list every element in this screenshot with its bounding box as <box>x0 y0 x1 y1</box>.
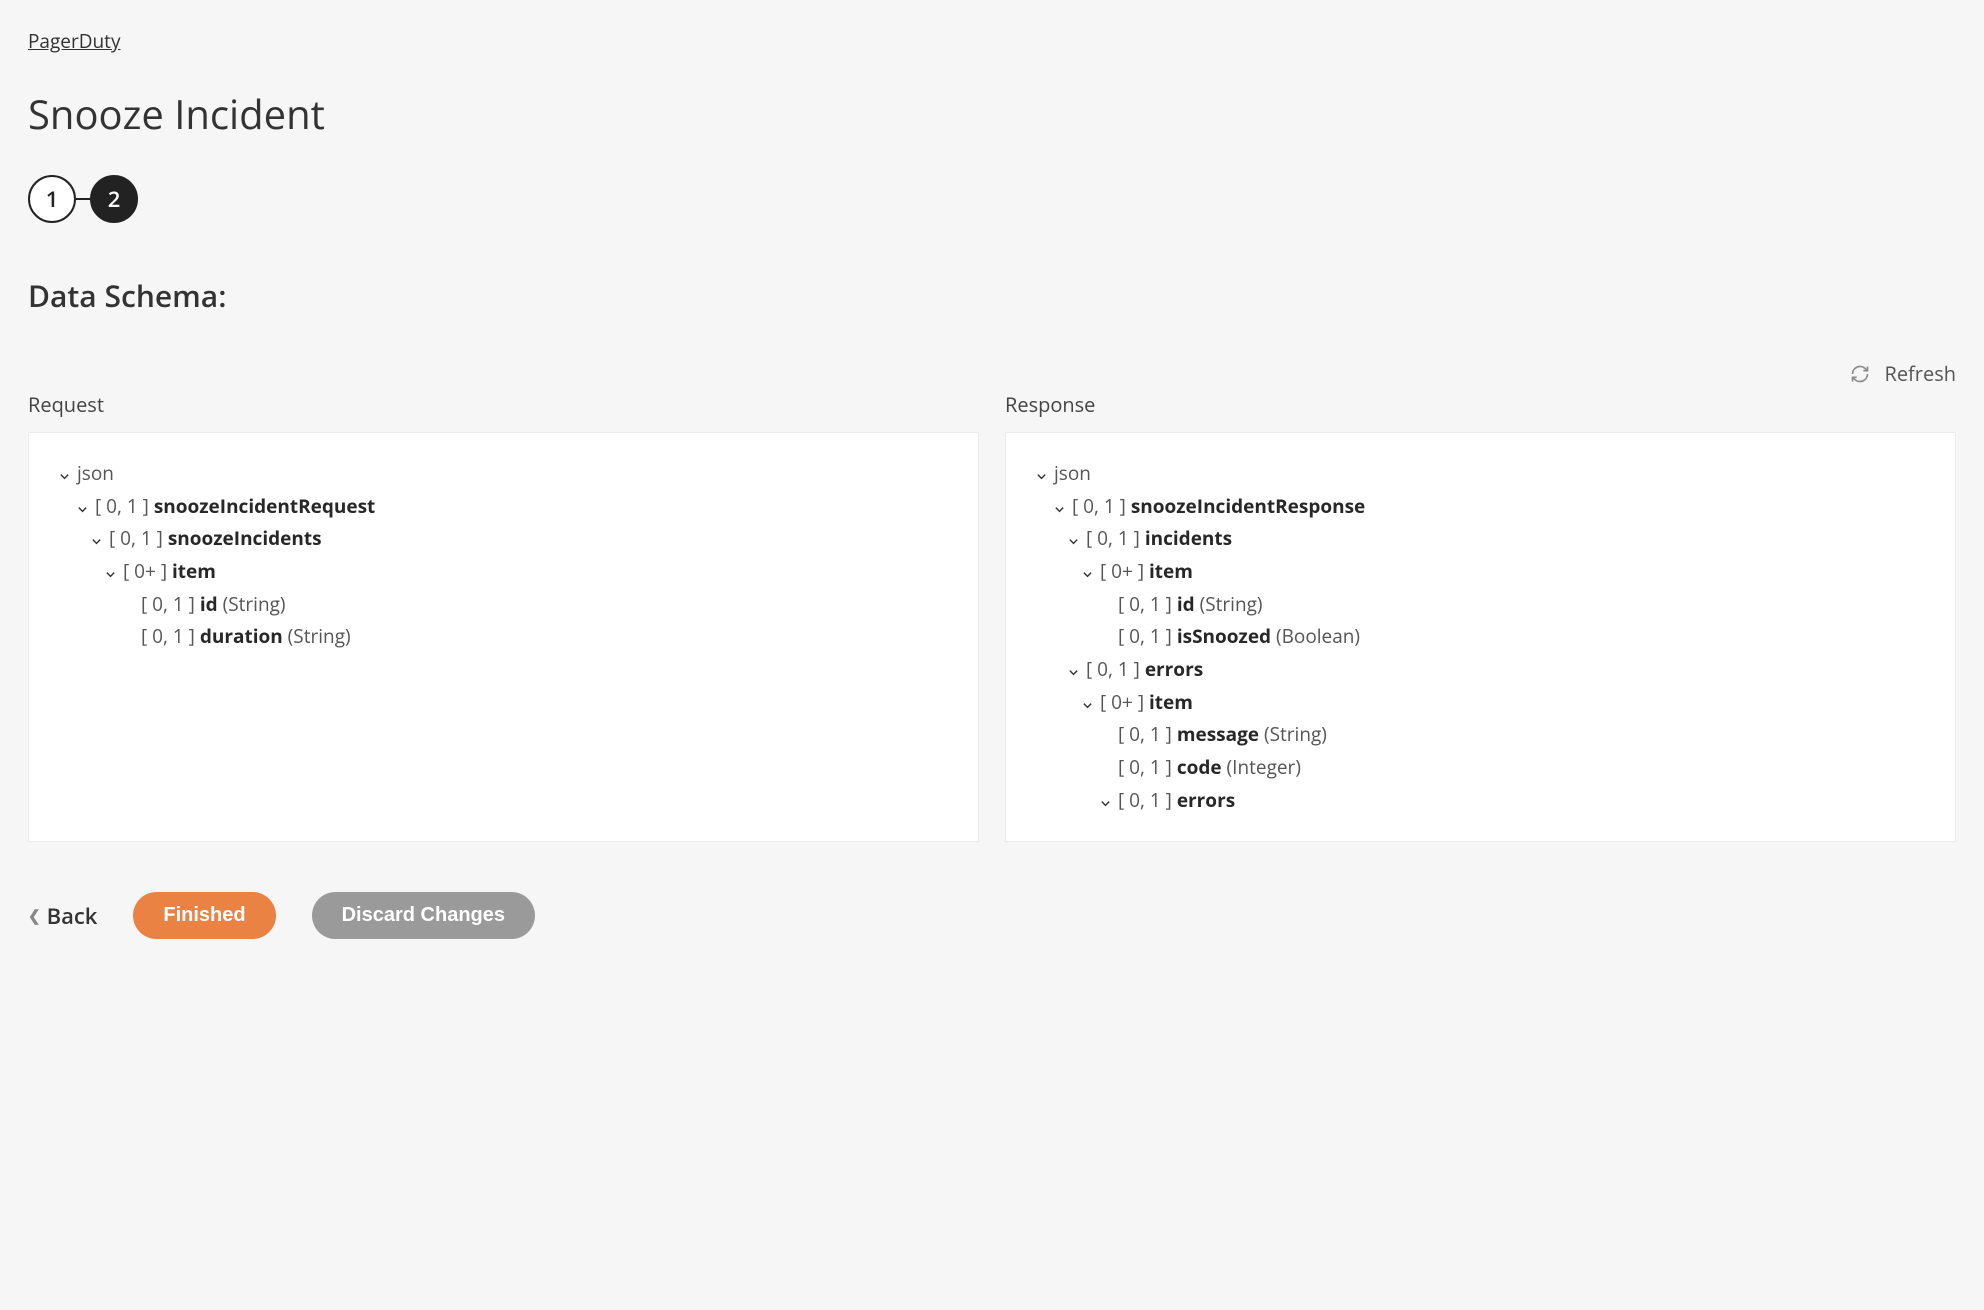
cardinality: [ 0, 1 ] <box>1118 721 1177 747</box>
tree-node: [ 0, 1 ] id (String) <box>1036 588 1925 621</box>
tree-node[interactable]: [ 0, 1 ] errors <box>1036 653 1925 686</box>
field-name: json <box>77 460 114 486</box>
field-name: incidents <box>1145 525 1232 551</box>
cardinality: [ 0, 1 ] <box>1118 787 1177 813</box>
request-tree: json[ 0, 1 ] snoozeIncidentRequest[ 0, 1… <box>59 457 948 653</box>
chevron-down-icon[interactable] <box>1082 693 1096 715</box>
cardinality: [ 0, 1 ] <box>109 525 168 551</box>
cardinality: [ 0, 1 ] <box>1086 656 1145 682</box>
response-title: Response <box>1005 391 1956 418</box>
field-type: (String) <box>218 591 286 617</box>
cardinality: [ 0, 1 ] <box>141 591 200 617</box>
cardinality: [ 0, 1 ] <box>1118 591 1177 617</box>
tree-node[interactable]: [ 0, 1 ] snoozeIncidentResponse <box>1036 490 1925 523</box>
page-title: Snooze Incident <box>28 86 1956 141</box>
back-label: Back <box>47 901 98 931</box>
tree-node: [ 0, 1 ] isSnoozed (Boolean) <box>1036 620 1925 653</box>
step-2[interactable]: 2 <box>90 175 138 223</box>
tree-node: [ 0, 1 ] code (Integer) <box>1036 751 1925 784</box>
field-name: id <box>200 591 218 617</box>
field-name: item <box>1149 689 1193 715</box>
field-type: (String) <box>1195 591 1263 617</box>
response-panel: json[ 0, 1 ] snoozeIncidentResponse[ 0, … <box>1005 432 1956 842</box>
chevron-down-icon[interactable] <box>1036 464 1050 486</box>
tree-node: [ 0, 1 ] message (String) <box>1036 718 1925 751</box>
field-type: (String) <box>283 623 351 649</box>
field-name: item <box>172 558 216 584</box>
chevron-down-icon[interactable] <box>77 497 91 519</box>
footer: ❮ Back Finished Discard Changes <box>28 892 1956 939</box>
tree-node[interactable]: [ 0, 1 ] errors <box>1036 784 1925 817</box>
cardinality: [ 0, 1 ] <box>1118 623 1177 649</box>
field-name: item <box>1149 558 1193 584</box>
cardinality: [ 0+ ] <box>1100 558 1149 584</box>
stepper: 1 2 <box>28 175 1956 223</box>
cardinality: [ 0, 1 ] <box>1118 754 1177 780</box>
tree-node[interactable]: [ 0, 1 ] snoozeIncidentRequest <box>59 490 948 523</box>
tree-node[interactable]: json <box>59 457 948 490</box>
refresh-label[interactable]: Refresh <box>1884 360 1956 387</box>
field-name: code <box>1177 754 1222 780</box>
tree-node[interactable]: [ 0, 1 ] incidents <box>1036 522 1925 555</box>
chevron-down-icon[interactable] <box>1100 791 1114 813</box>
field-name: json <box>1054 460 1091 486</box>
tree-node[interactable]: [ 0, 1 ] snoozeIncidents <box>59 522 948 555</box>
section-title: Data Schema: <box>28 275 1956 316</box>
tree-node[interactable]: [ 0+ ] item <box>1036 555 1925 588</box>
response-tree: json[ 0, 1 ] snoozeIncidentResponse[ 0, … <box>1036 457 1925 816</box>
chevron-down-icon[interactable] <box>105 562 119 584</box>
request-column: Request json [ 0, 1 ] snoozeIncidentReque… <box>28 391 979 842</box>
field-name: isSnoozed <box>1177 623 1271 649</box>
field-type: (Boolean) <box>1271 623 1360 649</box>
chevron-down-icon[interactable] <box>1054 497 1068 519</box>
tree-node[interactable]: json <box>1036 457 1925 490</box>
field-name: errors <box>1177 787 1235 813</box>
field-name: id <box>1177 591 1195 617</box>
tree-node: [ 0, 1 ] duration (String) <box>59 620 948 653</box>
breadcrumb-link[interactable]: PagerDuty <box>28 28 120 54</box>
refresh-icon[interactable] <box>1850 364 1870 384</box>
field-name: snoozeIncidents <box>168 525 322 551</box>
request-title: Request <box>28 391 979 418</box>
cardinality: [ 0+ ] <box>1100 689 1149 715</box>
field-name: snoozeIncidentRequest <box>154 493 375 519</box>
field-type: (String) <box>1259 721 1327 747</box>
step-connector <box>76 198 90 200</box>
chevron-down-icon[interactable] <box>1082 562 1096 584</box>
response-column: Response json [ 0, 1 ] snoozeIncidentResp… <box>1005 391 1956 842</box>
cardinality: [ 0+ ] <box>123 558 172 584</box>
back-button[interactable]: ❮ Back <box>28 901 97 931</box>
chevron-down-icon[interactable] <box>1068 529 1082 551</box>
cardinality: [ 0, 1 ] <box>1072 493 1131 519</box>
tree-node[interactable]: [ 0+ ] item <box>1036 686 1925 719</box>
cardinality: [ 0, 1 ] <box>95 493 154 519</box>
chevron-down-icon[interactable] <box>91 529 105 551</box>
request-panel: json[ 0, 1 ] snoozeIncidentRequest[ 0, 1… <box>28 432 979 842</box>
cardinality: [ 0, 1 ] <box>141 623 200 649</box>
chevron-down-icon[interactable] <box>59 464 73 486</box>
tree-node: [ 0, 1 ] id (String) <box>59 588 948 621</box>
field-name: errors <box>1145 656 1203 682</box>
step-1[interactable]: 1 <box>28 175 76 223</box>
cardinality: [ 0, 1 ] <box>1086 525 1145 551</box>
finished-button[interactable]: Finished <box>133 892 275 939</box>
field-name: message <box>1177 721 1259 747</box>
chevron-down-icon[interactable] <box>1068 660 1082 682</box>
discard-button[interactable]: Discard Changes <box>312 892 535 939</box>
field-name: duration <box>200 623 283 649</box>
tree-node[interactable]: [ 0+ ] item <box>59 555 948 588</box>
field-type: (Integer) <box>1222 754 1301 780</box>
field-name: snoozeIncidentResponse <box>1131 493 1365 519</box>
chevron-left-icon: ❮ <box>28 906 41 926</box>
